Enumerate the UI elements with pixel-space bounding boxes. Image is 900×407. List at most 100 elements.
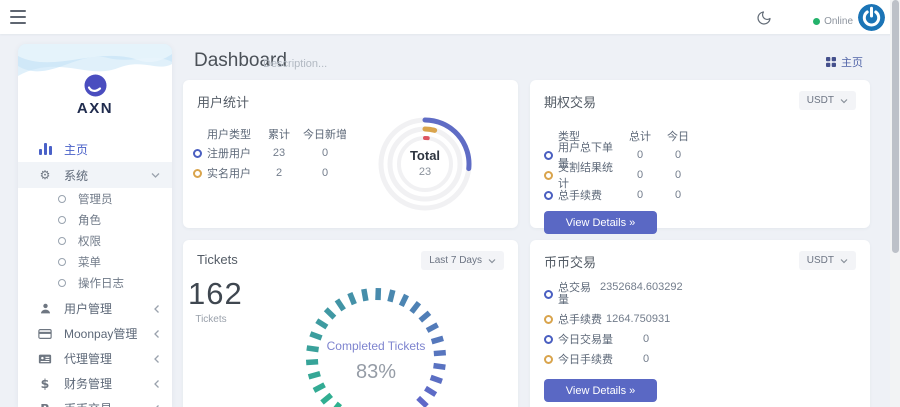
user-icon [37,302,53,315]
breadcrumb[interactable]: 主页 [826,54,863,70]
row-label: 总交易量 [558,282,596,306]
card-user-stats: 用户统计 用户类型 累计 今日新增 注册用户 23 0 实名用户 2 0 [183,80,518,228]
home-grid-icon [826,57,836,67]
row-total: 0 [622,189,658,201]
sidebar-subitem-label: 管理员 [78,191,113,207]
sidebar-subitem-label: 操作日志 [78,275,124,291]
dark-mode-icon[interactable] [756,10,772,26]
sidebar: AXN 主页 ⚙ 系统 管理员 角色 [18,44,172,407]
sidebar-subitem-roles[interactable]: 角色 [18,209,172,230]
sidebar-item-label: 代理管理 [64,350,112,367]
view-details-button[interactable]: View Details » [544,211,657,234]
sidebar-subitem-operation-logs[interactable]: 操作日志 [18,272,172,293]
currency-value: USDT [807,95,834,106]
sidebar-item-spot-trading[interactable]: B 币币交易 [18,396,172,407]
col-user-type: 用户类型 [207,126,259,142]
sidebar-item-agent-mgmt[interactable]: 代理管理 [18,346,172,371]
chevron-left-icon [153,354,160,363]
breadcrumb-label: 主页 [841,54,863,70]
sidebar-subitem-permissions[interactable]: 权限 [18,230,172,251]
options-table: 类型 总计 今日 用户总下单量 0 0 交割结果统计 0 0 总手续费 0 0 [544,127,856,205]
list-item: 总交易量 2352684.603292 [544,279,856,309]
series-dot-icon [193,149,202,158]
user-avatar[interactable] [858,4,885,31]
bar-chart-icon [37,143,53,155]
chevron-down-icon [840,98,848,104]
sidebar-nav: 主页 ⚙ 系统 管理员 角色 权限 [18,136,172,407]
circle-icon [58,279,66,287]
series-dot-icon [544,171,553,180]
online-status: Online [813,16,853,27]
row-total: 0 [622,169,658,181]
sidebar-item-finance-mgmt[interactable]: $ 财务管理 [18,371,172,396]
sidebar-item-label: 主页 [64,141,88,158]
user-stats-radial-chart: Total 23 [371,110,479,218]
chevron-down-icon [840,258,848,264]
table-row: 交割结果统计 0 0 [544,165,856,185]
tickets-count: 162 [188,276,243,312]
row-today: 0 [299,147,351,159]
brand-logo-icon [84,74,107,102]
id-card-icon [37,353,53,365]
circle-icon [58,216,66,224]
row-total: 2 [259,167,299,179]
chevron-down-icon [488,258,496,264]
sidebar-subitem-menus[interactable]: 菜单 [18,251,172,272]
col-today: 今日 [658,128,698,144]
spot-stats-list: 总交易量 2352684.603292 总手续费 1264.750931 今日交… [544,279,856,369]
online-dot-icon [813,18,820,25]
currency-select[interactable]: USDT [799,251,856,270]
row-total: 0 [622,149,658,161]
list-item: 今日手续费 0 [544,349,856,369]
card-spot-trading: 币币交易 USDT 总交易量 2352684.603292 总手续费 1264.… [530,240,870,407]
sidebar-item-moonpay-mgmt[interactable]: Moonpay管理 [18,321,172,346]
online-label: Online [824,16,853,27]
view-details-button[interactable]: View Details » [544,379,657,402]
sidebar-item-label: Moonpay管理 [64,325,137,342]
chevron-left-icon [153,329,160,338]
page-subtitle: Description... [263,58,327,70]
tickets-gauge-chart: Completed Tickets 83% [301,283,451,407]
sidebar-item-user-mgmt[interactable]: 用户管理 [18,296,172,321]
col-total: 总计 [622,128,658,144]
list-item: 今日交易量 0 [544,329,856,349]
date-range-select[interactable]: Last 7 Days [421,251,504,270]
menu-toggle-icon[interactable] [10,10,26,24]
row-value: 0 [626,333,666,345]
row-today: 0 [658,169,698,181]
series-dot-icon [193,169,202,178]
card-tickets: Tickets Last 7 Days 162 Tickets Complete… [183,240,518,407]
chevron-down-icon [151,171,160,179]
row-label: 今日手续费 [558,351,626,367]
topbar: Online [0,0,900,34]
sidebar-subitem-label: 菜单 [78,254,101,270]
scrollbar-track[interactable] [890,0,900,407]
brand-name: AXN [18,100,172,117]
table-row: 总手续费 0 0 [544,185,856,205]
currency-select[interactable]: USDT [799,91,856,110]
card-title: 用户统计 [193,92,508,111]
row-value: 2352684.603292 [600,281,683,293]
currency-value: USDT [807,255,834,266]
sidebar-subitem-admins[interactable]: 管理员 [18,188,172,209]
row-total: 23 [259,147,299,159]
row-label: 今日交易量 [558,331,626,347]
sidebar-item-home[interactable]: 主页 [18,136,172,162]
row-today: 0 [658,189,698,201]
circle-icon [58,195,66,203]
date-range-value: Last 7 Days [429,255,482,266]
tickets-count-caption: Tickets [188,314,234,325]
sidebar-item-label: 财务管理 [64,375,112,392]
scrollbar-thumb[interactable] [892,0,899,253]
circle-icon [58,237,66,245]
sidebar-item-label: 系统 [64,167,88,184]
bitcoin-icon: B [37,401,53,407]
col-today-new: 今日新增 [299,126,351,142]
sidebar-item-system[interactable]: ⚙ 系统 [18,162,172,188]
series-dot-icon [544,191,553,200]
gauge-label: Completed Tickets [301,339,451,353]
gear-icon: ⚙ [37,168,53,182]
row-today: 0 [299,167,351,179]
row-label: 总手续费 [558,187,622,203]
chevron-left-icon [153,304,160,313]
